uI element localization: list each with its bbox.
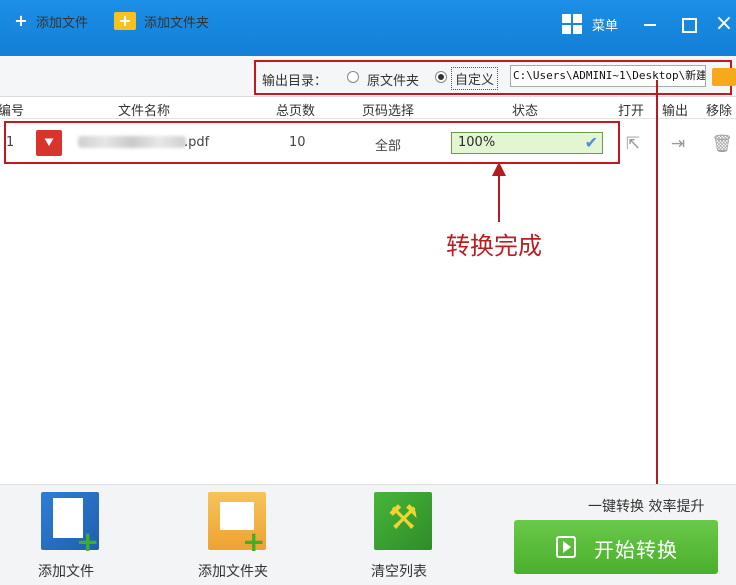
status-progress-bar: 100% ✔	[451, 132, 603, 154]
col-open: 打开	[618, 104, 645, 119]
radio-original-folder[interactable]	[347, 71, 359, 83]
col-page-select: 页码选择	[362, 104, 415, 119]
add-folder-big-label[interactable]: 添加文件夹	[198, 561, 268, 581]
filename-blurred	[78, 136, 186, 148]
maximize-button[interactable]	[674, 10, 702, 38]
output-dir-label: 输出目录：	[262, 74, 328, 89]
close-button[interactable]: ×	[710, 10, 736, 38]
add-folder-button[interactable]: + 添加文件夹	[114, 10, 209, 32]
slogan-text: 一键转换 效率提升	[588, 499, 705, 515]
col-export: 输出	[662, 104, 689, 119]
col-index: 编号	[0, 104, 25, 119]
folder-plus-icon: +	[114, 12, 136, 30]
export-icon[interactable]: ⇥	[667, 133, 689, 155]
pdf-icon: ⯆	[36, 130, 62, 156]
row-page-selection[interactable]: 全部	[375, 135, 401, 154]
menu-grid-icon[interactable]	[562, 14, 582, 34]
col-status: 状态	[512, 104, 539, 119]
status-text: 100%	[458, 135, 496, 150]
radio-custom[interactable]	[435, 71, 447, 83]
annotation-arrow-up-head	[492, 162, 506, 176]
check-icon: ✔	[584, 133, 598, 152]
col-remove: 移除	[706, 104, 733, 119]
row-pages: 10	[289, 135, 306, 150]
table-header: 编号 文件名称 总页数 页码选择 状态 打开 输出 移除	[0, 97, 736, 119]
add-file-big-label[interactable]: 添加文件	[38, 561, 94, 581]
play-icon	[556, 536, 576, 558]
radio-original-label[interactable]: 原文件夹	[367, 70, 419, 89]
trash-icon[interactable]: 🗑	[711, 133, 733, 155]
add-file-button[interactable]: + 添加文件	[12, 10, 88, 32]
minimize-button[interactable]	[636, 10, 664, 38]
plus-icon: +	[242, 525, 266, 558]
plus-icon: +	[12, 12, 30, 30]
annotation-done-text: 转换完成	[446, 232, 542, 260]
annotation-arrow-up-line	[498, 174, 500, 222]
title-bar: 菜单 ×	[0, 0, 736, 56]
add-folder-label: 添加文件夹	[144, 15, 210, 31]
annotation-arrow-down-line	[656, 80, 658, 535]
broom-icon[interactable]	[374, 492, 432, 550]
clear-list-label[interactable]: 清空列表	[371, 561, 427, 581]
open-external-icon[interactable]: ⇱	[622, 133, 644, 155]
output-path-field[interactable]: C:\Users\ADMINI~1\Desktop\新建文	[510, 65, 706, 87]
add-file-label: 添加文件	[36, 15, 89, 31]
row-index: 1	[6, 135, 15, 150]
start-convert-button[interactable]: 开始转换	[514, 520, 718, 574]
start-convert-label: 开始转换	[594, 538, 678, 562]
col-pages: 总页数	[276, 104, 316, 119]
filename-suffix: .pdf	[184, 135, 210, 150]
menu-label[interactable]: 菜单	[592, 15, 618, 34]
plus-icon: +	[76, 525, 100, 558]
folder-icon[interactable]	[712, 68, 736, 86]
radio-custom-label[interactable]: 自定义	[451, 67, 499, 90]
col-filename: 文件名称	[118, 104, 171, 119]
